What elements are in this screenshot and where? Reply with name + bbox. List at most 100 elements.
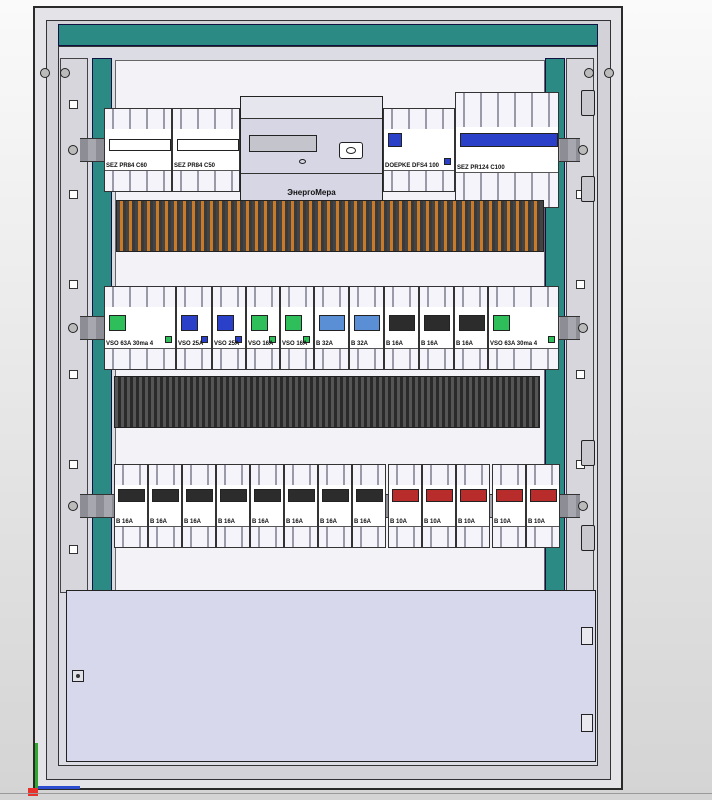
rail-screw-icon (68, 145, 78, 155)
breaker-row2-11[interactable]: VSO 63A 30ma 4 (488, 286, 559, 370)
breaker-toggle[interactable] (319, 315, 345, 331)
breaker-toggle[interactable] (459, 315, 485, 331)
meter-button[interactable] (339, 142, 363, 159)
corner-screw-icon (40, 68, 50, 78)
breaker-toggle[interactable] (493, 315, 510, 331)
breaker-row2-2[interactable]: VSO 25A (176, 286, 212, 370)
breaker-row2-4[interactable]: VSO 16A (246, 286, 280, 370)
hinge-icon (581, 525, 595, 551)
breaker-label: SEZ PR84 C50 (174, 163, 216, 169)
breaker-label: B 32A (351, 341, 369, 347)
breaker-row1-3[interactable]: DOEPKE DFS4 100 (383, 108, 455, 192)
breaker-row2-6[interactable]: B 32A (314, 286, 349, 370)
rail-screw-icon (68, 501, 78, 511)
breaker-row3-3[interactable]: B 16A (182, 464, 216, 548)
breaker-toggle[interactable] (152, 489, 179, 502)
indicator-icon (299, 159, 306, 164)
terminal-top (456, 93, 558, 128)
viewport-edge (0, 793, 712, 794)
breaker-toggle[interactable] (426, 489, 453, 502)
lock-icon[interactable] (72, 670, 84, 682)
latch-icon[interactable] (581, 627, 593, 645)
breaker-toggle[interactable] (530, 489, 557, 502)
breaker-label: B 16A (354, 519, 372, 525)
breaker-row1-1[interactable]: SEZ PR84 C60 (104, 108, 172, 192)
breaker-toggle[interactable] (496, 489, 523, 502)
breaker-row-2: VSO 63A 30ma 4 VSO 25A VSO 25A VSO 16A V… (104, 286, 559, 370)
breaker-toggle[interactable] (424, 315, 450, 331)
breaker-row2-8[interactable]: B 16A (384, 286, 419, 370)
breaker-toggle[interactable] (118, 489, 145, 502)
rail-screw-icon (578, 501, 588, 511)
breaker-label: B 32A (316, 341, 334, 347)
breaker-row2-3[interactable]: VSO 25A (212, 286, 246, 370)
breaker-toggle[interactable] (392, 489, 419, 502)
breaker-row2-7[interactable]: B 32A (349, 286, 384, 370)
breaker-toggle[interactable] (389, 315, 415, 331)
breaker-toggle[interactable] (388, 133, 402, 147)
indicator-led (444, 158, 451, 165)
breaker-row3-4[interactable]: B 16A (216, 464, 250, 548)
hinge-icon (581, 90, 595, 116)
breaker-label: VSO 63A 30ma 4 (106, 341, 154, 347)
breaker-row3-7[interactable]: B 16A (318, 464, 352, 548)
breaker-toggle[interactable] (109, 315, 126, 331)
breaker-label: B 16A (456, 341, 474, 347)
terminal-block-row-2 (114, 376, 540, 428)
breaker-toggle[interactable] (460, 489, 487, 502)
breaker-toggle[interactable] (356, 489, 383, 502)
breaker-label: SEZ PR124 C100 (457, 165, 505, 171)
breaker-toggle[interactable] (460, 133, 558, 147)
breaker-toggle[interactable] (322, 489, 349, 502)
breaker-toggle[interactable] (186, 489, 213, 502)
terminal-bottom (105, 170, 171, 191)
breaker-toggle[interactable] (354, 315, 380, 331)
terminal-top (384, 109, 454, 130)
breaker-label: VSO 63A 30ma 4 (490, 341, 538, 347)
breaker-row3-1[interactable]: B 16A (114, 464, 148, 548)
breaker-row-3: B 16A B 16A B 16A B 16A B 16A B 16A B 16… (114, 464, 562, 548)
x-axis-icon (38, 786, 80, 789)
breaker-toggle[interactable] (220, 489, 247, 502)
breaker-toggle[interactable] (109, 139, 171, 151)
breaker-row3-10[interactable]: B 10A (422, 464, 456, 548)
breaker-row2-5[interactable]: VSO 16A (280, 286, 314, 370)
breaker-toggle[interactable] (254, 489, 281, 502)
breaker-toggle[interactable] (217, 315, 234, 331)
breaker-row3-11[interactable]: B 10A (456, 464, 490, 548)
energy-meter: ЭнергоМера (240, 96, 383, 208)
breaker-row3-2[interactable]: B 16A (148, 464, 182, 548)
strip-hole (69, 100, 78, 109)
breaker-row3-6[interactable]: B 16A (284, 464, 318, 548)
breaker-row3-12[interactable]: B 10A (492, 464, 526, 548)
lower-cover-panel[interactable] (66, 590, 596, 762)
breaker-label: VSO 25A (178, 341, 204, 347)
breaker-row2-10[interactable]: B 16A (454, 286, 488, 370)
breaker-label: B 10A (458, 519, 476, 525)
breaker-label: B 16A (184, 519, 202, 525)
breaker-row2-9[interactable]: B 16A (419, 286, 454, 370)
breaker-label: DOEPKE DFS4 100 (385, 163, 440, 169)
breaker-toggle[interactable] (177, 139, 239, 151)
strip-hole (69, 370, 78, 379)
breaker-row2-1[interactable]: VSO 63A 30ma 4 (104, 286, 176, 370)
terminal-top (105, 109, 171, 130)
breaker-row1-4[interactable]: SEZ PR124 C100 (455, 92, 559, 208)
breaker-toggle[interactable] (288, 489, 315, 502)
meter-brand: ЭнергоМера (287, 188, 336, 197)
top-crossbar (58, 24, 598, 46)
latch-icon[interactable] (581, 714, 593, 732)
breaker-row3-5[interactable]: B 16A (250, 464, 284, 548)
breaker-label: B 10A (528, 519, 546, 525)
z-axis-icon (28, 788, 38, 796)
meter-display (249, 135, 317, 152)
breaker-toggle[interactable] (285, 315, 302, 331)
breaker-toggle[interactable] (181, 315, 198, 331)
breaker-row3-8[interactable]: B 16A (352, 464, 386, 548)
breaker-row3-13[interactable]: B 10A (526, 464, 560, 548)
breaker-toggle[interactable] (251, 315, 268, 331)
breaker-label: B 16A (286, 519, 304, 525)
breaker-row1-2[interactable]: SEZ PR84 C50 (172, 108, 240, 192)
breaker-label: B 16A (421, 341, 439, 347)
breaker-row3-9[interactable]: B 10A (388, 464, 422, 548)
